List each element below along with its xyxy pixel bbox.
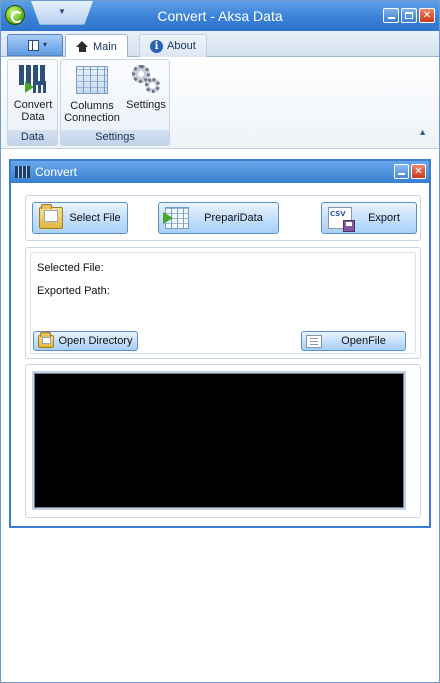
tab-about-label: About <box>167 40 196 52</box>
export-label: Export <box>368 212 400 224</box>
settings-label: Settings <box>126 99 166 111</box>
child-close-button[interactable]: ✕ <box>411 164 426 179</box>
application-menu-button[interactable]: ▾ <box>7 34 63 56</box>
close-icon: ✕ <box>422 9 432 21</box>
ribbon-group-label: Data <box>8 130 57 145</box>
grid-icon <box>15 166 30 178</box>
actions-panel: Select File PrepariData CSV Export <box>25 195 421 241</box>
convert-data-icon <box>17 63 49 95</box>
close-icon: ✕ <box>414 165 423 177</box>
ribbon-group-settings: Columns Connection Settings Settings <box>60 59 170 146</box>
selected-file-label: Selected File: <box>37 262 104 274</box>
open-file-label: OpenFile <box>341 335 386 347</box>
info-icon: i <box>150 39 163 53</box>
window-controls: ✕ <box>383 8 435 23</box>
ribbon-group-label: Settings <box>61 130 169 145</box>
prepare-data-label: PrepariData <box>204 212 263 224</box>
minimize-icon <box>398 173 405 175</box>
settings-button[interactable]: Settings <box>123 63 169 111</box>
open-directory-button[interactable]: Open Directory <box>33 331 138 351</box>
settings-icon <box>130 63 162 95</box>
window-title-sep: - <box>206 8 219 24</box>
collapse-ribbon-icon[interactable]: ▲ <box>418 127 427 137</box>
select-file-label: Select File <box>69 212 121 224</box>
window-title-app: Aksa Data <box>218 8 283 24</box>
maximize-icon <box>405 12 413 19</box>
file-info-inner: Selected File: Exported Path: Open Direc… <box>30 252 416 354</box>
columns-connection-label-2: Connection <box>64 112 120 124</box>
open-directory-label: Open Directory <box>58 335 133 347</box>
convert-child-window: Convert ✕ Select File PrepariData CSV Ex… <box>9 159 431 528</box>
maximize-button[interactable] <box>401 8 417 23</box>
home-icon <box>76 41 89 52</box>
ribbon-group-data: Convert Data Data <box>7 59 58 146</box>
exported-path-label: Exported Path: <box>37 285 110 297</box>
minimize-button[interactable] <box>383 8 399 23</box>
convert-data-label-1: Convert <box>13 99 53 111</box>
select-file-button[interactable]: Select File <box>32 202 128 234</box>
columns-connection-button[interactable]: Columns Connection <box>63 63 121 124</box>
ribbon-panel: Convert Data Data Columns Connection Set… <box>1 57 439 149</box>
columns-connection-label-1: Columns <box>70 100 114 112</box>
tab-main[interactable]: Main <box>65 34 128 58</box>
exported-path-row: Exported Path: <box>37 285 110 297</box>
tab-main-label: Main <box>93 40 117 53</box>
title-bar[interactable]: ▼ Convert - Aksa Data ✕ <box>1 1 439 31</box>
tab-about[interactable]: i About <box>139 34 207 57</box>
convert-data-label-2: Data <box>21 111 45 123</box>
columns-icon <box>76 66 108 94</box>
document-icon <box>28 40 39 51</box>
prepare-data-button[interactable]: PrepariData <box>158 202 279 234</box>
minimize-icon <box>387 17 395 19</box>
selected-file-row: Selected File: <box>37 262 104 274</box>
window-title: Convert - Aksa Data <box>1 8 439 24</box>
child-minimize-button[interactable] <box>394 164 409 179</box>
export-button[interactable]: CSV Export <box>321 202 417 234</box>
open-file-button[interactable]: OpenFile <box>301 331 406 351</box>
chevron-down-icon: ▾ <box>43 40 48 49</box>
child-window-title: Convert <box>35 165 78 179</box>
convert-data-button[interactable]: Convert Data <box>9 63 57 123</box>
child-title-bar[interactable]: Convert ✕ <box>11 161 429 183</box>
close-button[interactable]: ✕ <box>419 8 435 23</box>
main-window: ▼ Convert - Aksa Data ✕ ▾ Main i About C… <box>0 0 440 683</box>
output-console[interactable] <box>32 371 406 510</box>
ribbon-tab-bar: ▾ Main i About <box>1 31 439 58</box>
window-title-doc: Convert <box>157 8 207 24</box>
output-panel <box>25 364 421 518</box>
child-window-controls: ✕ <box>394 164 426 179</box>
file-info-panel: Selected File: Exported Path: Open Direc… <box>25 247 421 359</box>
